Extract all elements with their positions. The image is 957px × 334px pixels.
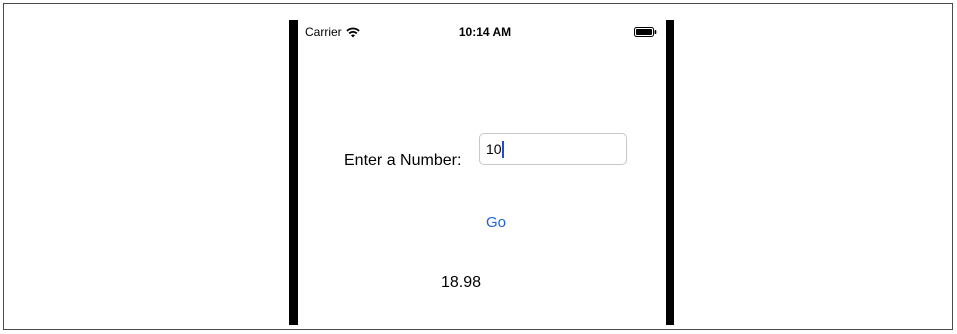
status-time: 10:14 AM <box>458 25 512 39</box>
battery-icon <box>634 27 657 37</box>
go-button[interactable]: Go <box>484 211 508 233</box>
phone-screen: Carrier 10:14 AM Enter a Number: Go 18.9… <box>298 20 666 325</box>
number-label: Enter a Number: <box>344 152 462 169</box>
text-cursor <box>502 141 504 158</box>
phone-frame: Carrier 10:14 AM Enter a Number: Go 18.9… <box>289 20 674 325</box>
status-bar: Carrier 10:14 AM <box>298 20 666 42</box>
result-label: 18.98 <box>441 274 482 291</box>
